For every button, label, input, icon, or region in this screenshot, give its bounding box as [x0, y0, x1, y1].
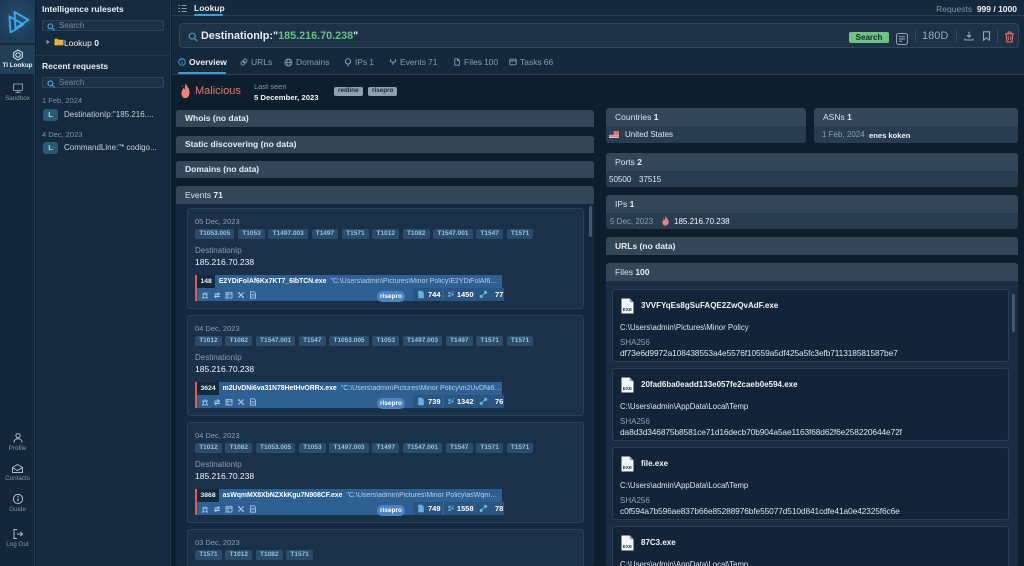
svg-text:EXE: EXE: [623, 386, 632, 391]
svg-text:EXE: EXE: [623, 465, 632, 470]
svg-text:EXE: EXE: [623, 544, 632, 549]
svg-text:EXE: EXE: [623, 307, 632, 312]
